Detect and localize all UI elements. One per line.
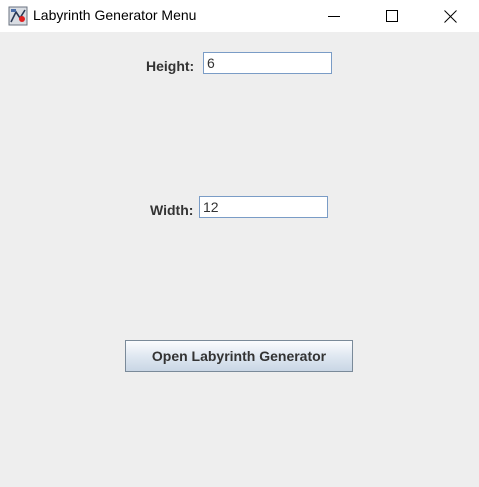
window-title: Labyrinth Generator Menu bbox=[33, 7, 197, 23]
maximize-icon bbox=[386, 10, 398, 22]
width-label: Width: bbox=[150, 202, 194, 218]
height-input[interactable] bbox=[203, 52, 332, 74]
close-icon bbox=[443, 9, 457, 23]
minimize-icon bbox=[328, 16, 340, 17]
open-labyrinth-generator-button[interactable]: Open Labyrinth Generator bbox=[125, 340, 353, 372]
close-button[interactable] bbox=[421, 0, 479, 32]
minimize-button[interactable] bbox=[305, 0, 363, 32]
app-icon bbox=[8, 6, 28, 26]
title-bar[interactable]: Labyrinth Generator Menu bbox=[0, 0, 479, 32]
height-label: Height: bbox=[146, 58, 195, 74]
app-window: Labyrinth Generator Menu Height: Width: … bbox=[0, 0, 479, 487]
form-panel: Height: Width: Open Labyrinth Generator bbox=[0, 32, 479, 487]
maximize-button[interactable] bbox=[363, 0, 421, 32]
width-input[interactable] bbox=[199, 196, 328, 218]
